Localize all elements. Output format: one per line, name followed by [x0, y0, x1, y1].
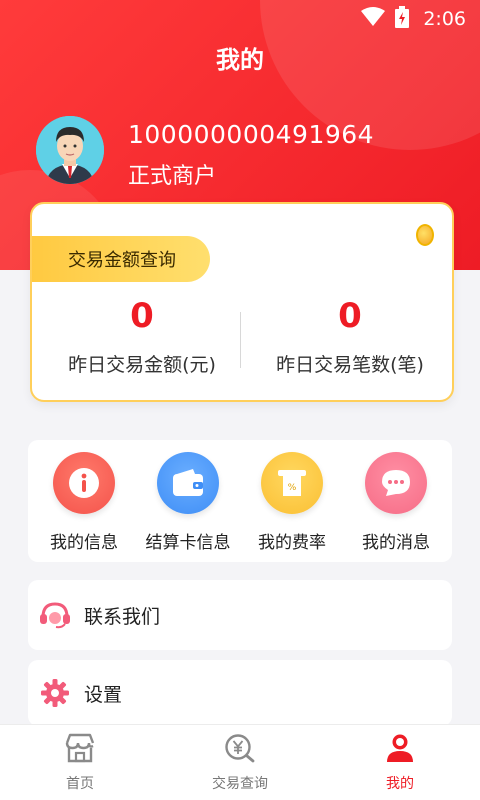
- yesterday-amount-label: 昨日交易金额(元): [68, 354, 216, 376]
- merchant-status: 正式商户: [128, 164, 217, 189]
- yesterday-amount-stat: 0 昨日交易金额(元): [42, 296, 242, 377]
- my-info-label: 我的信息: [50, 533, 118, 553]
- yesterday-count-value: 0: [338, 296, 362, 336]
- user-icon: [384, 733, 416, 767]
- transaction-query-tag[interactable]: 交易金额查询: [32, 236, 210, 282]
- tab-home-label: 首页: [66, 776, 94, 792]
- divider: [240, 312, 241, 368]
- wifi-icon: [361, 7, 386, 31]
- my-rate-button[interactable]: % 我的费率: [242, 452, 342, 562]
- settings-label: 设置: [84, 683, 123, 706]
- contact-us-label: 联系我们: [84, 605, 161, 628]
- avatar[interactable]: [36, 116, 104, 184]
- status-time: 2:06: [423, 8, 466, 30]
- my-messages-label: 我的消息: [362, 533, 430, 553]
- bottom-tab-bar: 首页 交易查询 我的: [0, 724, 480, 800]
- user-id: 100000000491964: [128, 120, 375, 149]
- store-icon: [64, 733, 96, 767]
- contact-us-row[interactable]: 联系我们: [28, 580, 452, 650]
- battery-icon: [395, 6, 410, 32]
- tab-transaction-query-label: 交易查询: [212, 776, 268, 792]
- settlement-card-label: 结算卡信息: [145, 533, 231, 553]
- rate-receipt-icon: %: [261, 452, 323, 514]
- yesterday-amount-value: 0: [130, 296, 154, 336]
- tab-transaction-query[interactable]: 交易查询: [160, 725, 320, 800]
- headset-icon: [38, 598, 72, 632]
- status-bar: 2:06: [0, 0, 480, 38]
- settings-row[interactable]: 设置: [28, 660, 452, 726]
- coin-icon: [416, 224, 434, 246]
- yesterday-count-stat: 0 昨日交易笔数(笔): [250, 296, 450, 377]
- quick-menu: 我的信息 结算卡信息 % 我的费率 我的消息: [28, 440, 452, 562]
- yesterday-count-label: 昨日交易笔数(笔): [276, 354, 424, 376]
- gear-icon: [38, 676, 72, 710]
- yen-search-icon: [224, 733, 256, 767]
- svg-text:%: %: [288, 483, 297, 493]
- page-title: 我的: [216, 46, 264, 74]
- wallet-icon: [157, 452, 219, 514]
- info-icon: [53, 452, 115, 514]
- my-info-button[interactable]: 我的信息: [34, 452, 134, 562]
- tab-mine[interactable]: 我的: [320, 725, 480, 800]
- settlement-card-button[interactable]: 结算卡信息: [138, 452, 238, 562]
- transaction-stats-card[interactable]: 交易金额查询 0 昨日交易金额(元) 0 昨日交易笔数(笔): [30, 202, 454, 402]
- my-messages-button[interactable]: 我的消息: [346, 452, 446, 562]
- tab-mine-label: 我的: [386, 776, 414, 792]
- my-rate-label: 我的费率: [258, 533, 326, 553]
- message-icon: [365, 452, 427, 514]
- tab-home[interactable]: 首页: [0, 725, 160, 800]
